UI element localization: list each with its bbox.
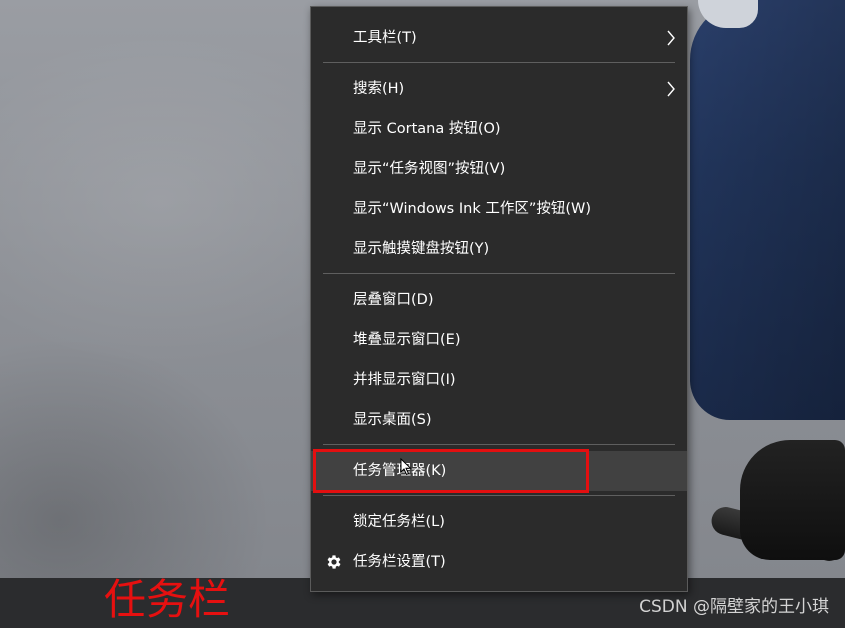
menu-item-side-by-side[interactable]: 并排显示窗口(I) [311,360,687,400]
wallpaper-shoe [740,440,845,560]
wallpaper-figure-legs [690,0,845,420]
chevron-right-icon [667,81,675,97]
menu-item-show-windows-ink[interactable]: 显示“Windows Ink 工作区”按钮(W) [311,189,687,229]
menu-item-label: 锁定任务栏(L) [353,514,445,530]
menu-item-label: 显示触摸键盘按钮(Y) [353,241,490,257]
taskbar-context-menu: 工具栏(T) 搜索(H) 显示 Cortana 按钮(O) 显示“任务视图”按钮… [310,6,688,592]
menu-item-label: 堆叠显示窗口(E) [353,332,461,348]
menu-item-label: 并排显示窗口(I) [353,372,456,388]
menu-item-label: 任务栏设置(T) [353,554,446,570]
taskbar-annotation-label: 任务栏 [104,575,231,624]
menu-item-show-touch-keyboard[interactable]: 显示触摸键盘按钮(Y) [311,229,687,269]
menu-item-label: 显示“Windows Ink 工作区”按钮(W) [353,201,591,217]
menu-item-label: 显示 Cortana 按钮(O) [353,121,501,137]
menu-separator [323,273,675,274]
menu-item-label: 显示“任务视图”按钮(V) [353,161,506,177]
menu-item-toolbars[interactable]: 工具栏(T) [311,18,687,58]
menu-item-cascade-windows[interactable]: 层叠窗口(D) [311,280,687,320]
menu-item-label: 显示桌面(S) [353,412,432,428]
chevron-right-icon [667,30,675,46]
menu-separator [323,444,675,445]
menu-item-show-desktop[interactable]: 显示桌面(S) [311,400,687,440]
menu-item-label: 搜索(H) [353,81,405,97]
menu-item-show-task-view[interactable]: 显示“任务视图”按钮(V) [311,149,687,189]
menu-item-lock-taskbar[interactable]: 锁定任务栏(L) [311,502,687,542]
menu-separator [323,62,675,63]
menu-item-show-cortana[interactable]: 显示 Cortana 按钮(O) [311,109,687,149]
annotation-highlight-box [313,449,589,493]
menu-separator [323,495,675,496]
menu-item-label: 工具栏(T) [353,30,417,46]
menu-item-search[interactable]: 搜索(H) [311,69,687,109]
mouse-cursor-icon [400,458,412,476]
menu-item-taskbar-settings[interactable]: 任务栏设置(T) [311,542,687,582]
csdn-watermark: CSDN @隔壁家的王小琪 [639,597,829,617]
menu-item-label: 层叠窗口(D) [353,292,434,308]
menu-item-stack-windows[interactable]: 堆叠显示窗口(E) [311,320,687,360]
gear-icon [327,555,341,569]
